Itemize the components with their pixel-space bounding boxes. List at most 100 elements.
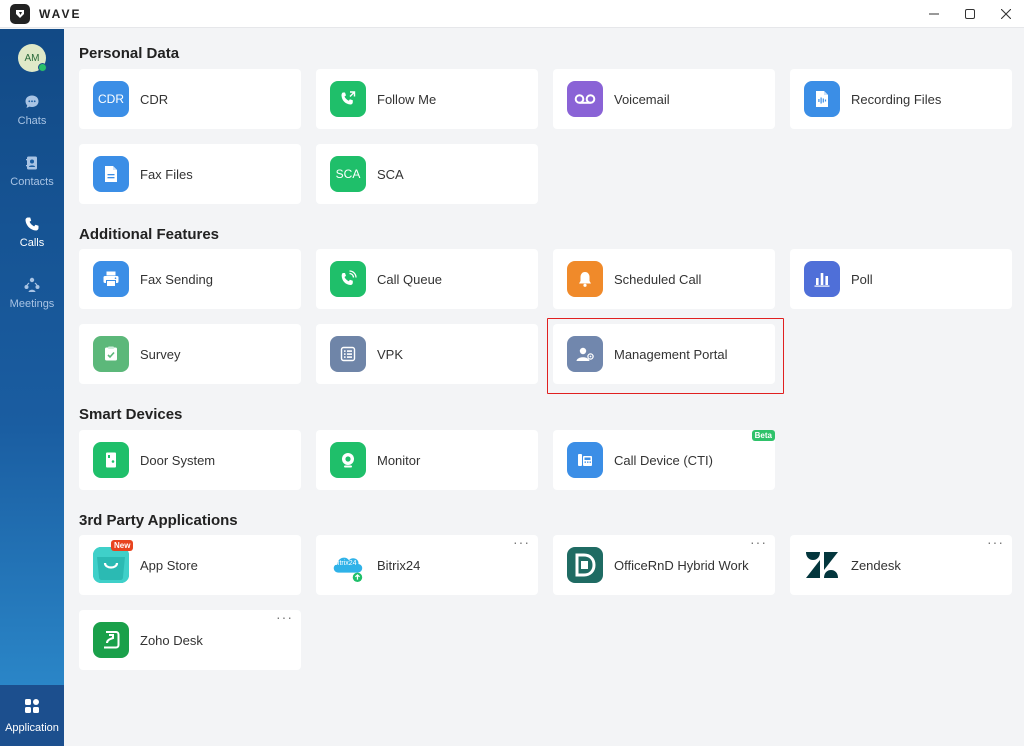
poll-chart-icon	[804, 261, 840, 297]
card-scheduled-call[interactable]: Scheduled Call	[553, 249, 775, 309]
card-label: Call Device (CTI)	[614, 452, 713, 468]
survey-icon	[93, 336, 129, 372]
desk-phone-icon	[567, 442, 603, 478]
nav-chats[interactable]: Chats	[0, 85, 64, 135]
cdr-icon: CDR	[93, 81, 129, 117]
nav-calls[interactable]: Calls	[0, 207, 64, 257]
nav-meetings-label: Meetings	[9, 298, 55, 310]
webcam-icon	[330, 442, 366, 478]
zoho-desk-icon	[93, 622, 129, 658]
section-title-smart-devices: Smart Devices	[79, 406, 183, 423]
card-cdr[interactable]: CDR CDR	[79, 69, 301, 129]
sidebar: AM Chats Contacts Calls Meetings Applica…	[0, 29, 64, 746]
sca-icon: SCA	[330, 156, 366, 192]
door-icon	[93, 442, 129, 478]
card-bitrix24[interactable]: bitrix24 Bitrix24 ···	[316, 535, 538, 595]
card-label: App Store	[140, 557, 198, 573]
title-bar: WAVE	[0, 0, 1024, 28]
nav-meetings[interactable]: Meetings	[0, 268, 64, 318]
maximize-icon	[965, 9, 975, 19]
card-label: Zoho Desk	[140, 632, 203, 648]
card-follow-me[interactable]: Follow Me	[316, 69, 538, 129]
card-fax-sending[interactable]: Fax Sending	[79, 249, 301, 309]
card-poll[interactable]: Poll	[790, 249, 1012, 309]
bell-icon	[567, 261, 603, 297]
officernd-logo-icon	[567, 547, 603, 583]
nav-contacts-label: Contacts	[10, 176, 54, 188]
close-button[interactable]	[988, 0, 1024, 28]
nav-application-label: Application	[5, 721, 59, 734]
printer-icon	[93, 261, 129, 297]
card-call-device-cti[interactable]: Call Device (CTI) Beta	[553, 430, 775, 490]
card-label: Monitor	[377, 452, 421, 468]
card-label: Voicemail	[614, 91, 670, 107]
bitrix24-logo-icon: bitrix24	[330, 547, 366, 583]
card-call-queue[interactable]: Call Queue	[316, 249, 538, 309]
card-label: Zendesk	[851, 557, 901, 573]
card-label: Poll	[851, 271, 873, 287]
card-label: SCA	[377, 166, 404, 182]
close-icon	[1001, 9, 1011, 19]
application-panel: Personal Data CDR CDR Follow Me Voicemai…	[64, 29, 1024, 746]
section-title-3rd-party: 3rd Party Applications	[79, 512, 238, 529]
card-label: Door System	[140, 452, 216, 468]
fax-file-icon	[93, 156, 129, 192]
recording-file-icon	[804, 81, 840, 117]
card-app-store[interactable]: New App Store	[79, 535, 301, 595]
card-door-system[interactable]: Door System	[79, 430, 301, 490]
voicemail-icon	[567, 81, 603, 117]
minimize-icon	[929, 13, 939, 15]
app-store-icon: New	[93, 540, 134, 583]
card-label: Fax Sending	[140, 271, 213, 287]
more-options-button[interactable]: ···	[276, 610, 293, 624]
card-voicemail[interactable]: Voicemail	[553, 69, 775, 129]
section-title-personal-data: Personal Data	[79, 45, 180, 62]
bitrix24-logo-text: bitrix24	[334, 560, 357, 567]
nav-contacts[interactable]: Contacts	[0, 146, 64, 196]
nav-chats-label: Chats	[17, 115, 47, 127]
card-sca[interactable]: SCA SCA	[316, 144, 538, 204]
minimize-button[interactable]	[916, 0, 952, 28]
card-zoho-desk[interactable]: Zoho Desk ···	[79, 610, 301, 670]
card-label: Scheduled Call	[614, 271, 702, 287]
card-label: OfficeRnD Hybrid Work	[614, 557, 749, 573]
card-label: Call Queue	[377, 271, 443, 287]
chat-icon	[23, 93, 41, 111]
beta-badge: Beta	[751, 430, 775, 441]
card-monitor[interactable]: Monitor	[316, 430, 538, 490]
contacts-icon	[23, 154, 41, 172]
call-queue-icon	[330, 261, 366, 297]
nav-calls-label: Calls	[19, 237, 45, 249]
card-label: Fax Files	[140, 166, 193, 182]
section-title-additional-features: Additional Features	[79, 226, 220, 243]
card-vpk[interactable]: VPK	[316, 324, 538, 384]
card-recording-files[interactable]: Recording Files	[790, 69, 1012, 129]
maximize-button[interactable]	[952, 0, 988, 28]
card-label: Bitrix24	[377, 557, 421, 573]
card-survey[interactable]: Survey	[79, 324, 301, 384]
card-fax-files[interactable]: Fax Files	[79, 144, 301, 204]
card-zendesk[interactable]: Zendesk ···	[790, 535, 1012, 595]
card-label: Survey	[140, 346, 181, 362]
card-label: Follow Me	[377, 91, 437, 107]
more-options-button[interactable]: ···	[750, 535, 767, 549]
apps-grid-icon	[24, 698, 40, 717]
app-name: WAVE	[39, 6, 82, 21]
card-label: CDR	[140, 91, 169, 107]
more-options-button[interactable]: ···	[987, 535, 1004, 549]
new-badge: New	[111, 540, 134, 551]
highlight-box	[547, 318, 784, 394]
wave-logo-icon	[10, 3, 30, 24]
nav-application[interactable]: Application	[0, 685, 64, 746]
keypad-icon	[330, 336, 366, 372]
card-label: VPK	[377, 346, 404, 362]
zendesk-logo-icon	[804, 547, 840, 583]
card-officernd-hybrid-work[interactable]: OfficeRnD Hybrid Work ···	[553, 535, 775, 595]
forward-call-icon	[330, 81, 366, 117]
presence-status-icon	[38, 63, 47, 72]
meetings-icon	[23, 276, 41, 294]
avatar[interactable]: AM	[18, 44, 47, 72]
phone-icon	[23, 215, 41, 233]
avatar-initials: AM	[24, 52, 40, 64]
more-options-button[interactable]: ···	[513, 535, 530, 549]
